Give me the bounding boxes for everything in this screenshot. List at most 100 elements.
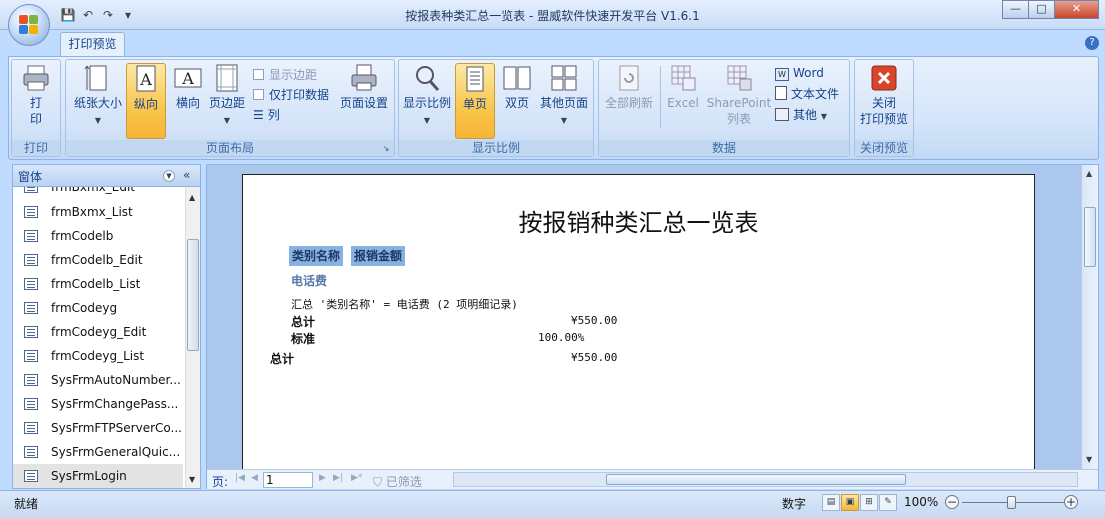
office-button[interactable] <box>8 4 50 46</box>
list-item[interactable]: frmCodelb_List <box>13 272 183 296</box>
zoom-level: 100% <box>904 495 939 509</box>
refresh-icon <box>619 65 639 91</box>
layout-view-icon[interactable]: ⊞ <box>860 494 878 511</box>
scroll-thumb[interactable] <box>1084 207 1096 267</box>
portrait-button[interactable]: A 纵向 <box>126 63 166 139</box>
magnifier-icon <box>416 66 440 91</box>
scroll-down-icon[interactable]: ▼ <box>189 475 195 484</box>
close-preview-button[interactable]: 关闭 打印预览 <box>857 63 911 127</box>
page-number-input[interactable]: 1 <box>263 472 313 488</box>
sharepoint-list-button[interactable]: SharePoint 列表 <box>705 63 773 127</box>
form-icon <box>24 326 38 338</box>
columns-label: 列 <box>267 108 280 122</box>
export-text-button[interactable]: 文本文件 <box>775 85 839 103</box>
landscape-button[interactable]: A 横向 <box>170 63 206 111</box>
print-button[interactable]: 打 印 <box>18 63 54 127</box>
checkbox-icon <box>253 89 264 100</box>
nav-scrollbar[interactable]: ▲ ▼ <box>185 187 200 488</box>
list-item[interactable]: frmBxmx_List <box>13 200 183 224</box>
list-item[interactable]: SysFrmChangePass... <box>13 392 183 416</box>
last-page-icon[interactable]: ▶| <box>333 473 343 483</box>
list-item[interactable]: SysFrmAutoNumber... <box>13 368 183 392</box>
ribbon: 打 印 打印 纸张大小 ▼ A 纵向 A 横向 页边距 ▼ 显示边距 仅打印数据 ☰… <box>8 56 1099 160</box>
nav-list: frmBxmx_Edit frmBxmx_List frmCodelb frmC… <box>13 187 183 488</box>
print-data-only-checkbox[interactable]: 仅打印数据 <box>253 86 329 104</box>
zoom-button[interactable]: 显示比例 ▼ <box>401 63 453 129</box>
list-item[interactable]: frmCodeyg_List <box>13 344 183 368</box>
grand-total-label: 总计 <box>270 352 295 366</box>
refresh-all-button[interactable]: 全部刷新 <box>601 63 657 111</box>
list-item[interactable]: frmCodeyg_Edit <box>13 320 183 344</box>
dialog-launcher-icon[interactable]: ↘ <box>381 144 391 154</box>
report-view-icon[interactable]: ▤ <box>822 494 840 511</box>
list-item[interactable]: frmCodeyg <box>13 296 183 320</box>
excel-icon <box>671 65 696 91</box>
margins-button[interactable]: 页边距 ▼ <box>206 63 248 129</box>
list-item[interactable]: frmBxmx_Edit <box>13 187 183 199</box>
filter-icon: ⛉ <box>373 475 383 489</box>
form-icon <box>24 254 38 266</box>
excel-button[interactable]: Excel <box>665 63 701 111</box>
more-pages-button[interactable]: 其他页面 ▼ <box>537 63 591 129</box>
page-setup-button[interactable]: 页面设置 <box>336 63 392 111</box>
show-margins-checkbox[interactable]: 显示边距 <box>253 66 317 84</box>
chevron-down-icon[interactable]: ▼ <box>163 170 175 182</box>
export-word-button[interactable]: W Word <box>775 64 824 82</box>
minimize-button[interactable]: — <box>1002 0 1029 19</box>
list-item[interactable]: SysFrmLogin <box>13 464 183 488</box>
list-item[interactable]: frmCodelb <box>13 224 183 248</box>
one-page-button[interactable]: 单页 <box>455 63 495 139</box>
close-icon <box>871 65 897 91</box>
preview-vertical-scrollbar[interactable]: ▲ ▼ <box>1081 165 1098 469</box>
navigation-pane: 窗体 ▼ « frmBxmx_Edit frmBxmx_List frmCode… <box>12 164 201 489</box>
two-pages-button[interactable]: 双页 <box>499 63 535 111</box>
help-icon[interactable]: ? <box>1085 36 1099 50</box>
form-icon <box>24 206 38 218</box>
nav-pane-title: 窗体 <box>18 170 43 184</box>
filter-indicator[interactable]: ⛉ 已筛选 <box>373 473 422 490</box>
new-record-icon[interactable]: ▶* <box>351 473 362 483</box>
design-view-icon[interactable]: ✎ <box>879 494 897 511</box>
group-page-layout: 纸张大小 ▼ A 纵向 A 横向 页边距 ▼ 显示边距 仅打印数据 ☰ 列 页面设置 … <box>65 59 395 157</box>
group-data: 全部刷新 Excel SharePoint 列表 W Word 文本文件 其他 ▼ … <box>598 59 850 157</box>
scroll-up-icon[interactable]: ▲ <box>1086 169 1092 178</box>
zoom-in-button[interactable]: + <box>1064 495 1078 509</box>
prev-page-icon[interactable]: ◀ <box>251 473 258 483</box>
zoom-slider-thumb[interactable] <box>1007 496 1016 509</box>
list-item[interactable]: frmCodelb_Edit <box>13 248 183 272</box>
maximize-button[interactable]: □ <box>1028 0 1055 19</box>
portrait-icon: A <box>136 65 156 92</box>
group-title-zoom: 显示比例 <box>399 140 593 156</box>
close-window-button[interactable]: ✕ <box>1054 0 1099 19</box>
chevron-down-icon: ▼ <box>820 112 827 121</box>
print-preview-view-icon[interactable]: ▣ <box>841 494 859 511</box>
columns-icon: ☰ <box>253 108 264 122</box>
group-print: 打 印 打印 <box>11 59 61 157</box>
list-item[interactable]: SysFrmGeneralQuic... <box>13 440 183 464</box>
scroll-down-icon[interactable]: ▼ <box>1086 455 1092 464</box>
scroll-up-icon[interactable]: ▲ <box>189 193 195 202</box>
column-header-amount: 报销金额 <box>351 246 406 266</box>
preview-horizontal-scrollbar[interactable] <box>453 472 1078 487</box>
first-page-icon[interactable]: |◀ <box>235 473 245 483</box>
svg-text:A: A <box>139 70 152 89</box>
preview-canvas: 按报销种类汇总一览表 类别名称 报销金额 电话费 汇总 '类别名称' = 电话费… <box>207 165 1082 469</box>
scroll-thumb[interactable] <box>606 474 906 485</box>
print-data-only-label: 仅打印数据 <box>269 88 330 102</box>
nav-pane-header: 窗体 ▼ « <box>13 165 200 187</box>
preview-area: 按报销种类汇总一览表 类别名称 报销金额 电话费 汇总 '类别名称' = 电话费… <box>206 164 1099 489</box>
paper-size-button[interactable]: 纸张大小 ▼ <box>70 63 126 129</box>
collapse-pane-icon[interactable]: « <box>183 168 190 182</box>
standard-value: 100.00% <box>538 331 585 344</box>
num-lock-indicator: 数字 <box>782 497 807 511</box>
tab-print-preview[interactable]: 打印预览 <box>60 32 125 56</box>
export-more-button[interactable]: 其他 ▼ <box>775 106 827 124</box>
list-item[interactable]: SysFrmFTPServerCo... <box>13 416 183 440</box>
separator <box>660 66 661 128</box>
scroll-thumb[interactable] <box>187 239 199 351</box>
columns-button[interactable]: ☰ 列 <box>253 106 280 124</box>
next-page-icon[interactable]: ▶ <box>319 473 326 483</box>
form-icon <box>24 350 38 362</box>
svg-text:A: A <box>181 69 194 88</box>
zoom-out-button[interactable]: − <box>945 495 959 509</box>
